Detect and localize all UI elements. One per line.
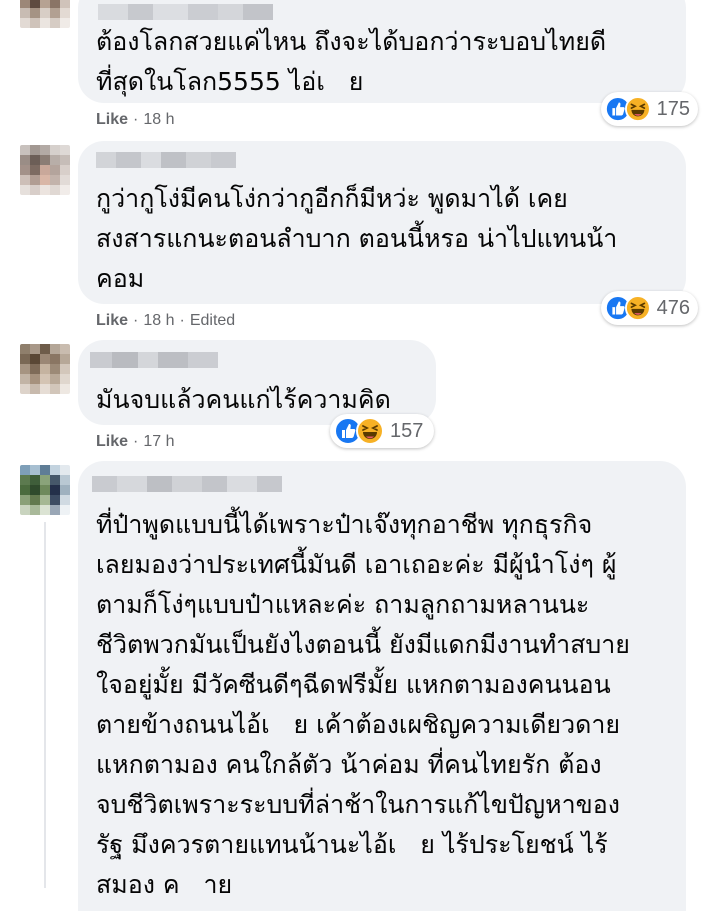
comment-text: กูว่ากูโง่มีคนโง่กว่ากูอีกก็มีหว่ะ พูดมา… <box>96 184 618 293</box>
comment-time[interactable]: 18 h <box>143 111 174 128</box>
comment-time[interactable]: 18 h <box>143 312 174 329</box>
reaction-count: 157 <box>390 419 424 442</box>
commenter-name[interactable] <box>98 4 273 20</box>
like-link[interactable]: Like <box>96 433 128 450</box>
reaction-summary[interactable]: 175 <box>601 92 698 126</box>
haha-icon <box>356 417 384 445</box>
commenter-name[interactable] <box>92 476 282 492</box>
reaction-count: 175 <box>656 97 690 120</box>
comment-meta: Like · 18 h · Edited <box>96 312 236 329</box>
avatar[interactable] <box>20 0 70 28</box>
edited-label: Edited <box>189 312 236 329</box>
avatar[interactable] <box>20 344 70 394</box>
comment-text: ต้องโลกสวยแค่ไหน ถึงจะได้บอกว่าระบอบไทยด… <box>96 27 607 96</box>
commenter-name[interactable] <box>96 152 236 168</box>
reaction-summary[interactable]: 476 <box>601 291 698 325</box>
haha-icon <box>624 295 651 321</box>
like-link[interactable]: Like <box>96 111 128 128</box>
comment-meta: Like · 18 h <box>96 111 175 128</box>
avatar[interactable] <box>20 145 70 195</box>
comment-text: ที่ป๋าพูดแบบนี้ได้เพราะป๋าเจ๊งทุกอาชีพ ท… <box>96 510 630 899</box>
reaction-count: 476 <box>656 296 690 319</box>
reaction-summary[interactable]: 157 <box>330 414 434 448</box>
comment-time[interactable]: 17 h <box>143 433 174 450</box>
avatar[interactable] <box>20 465 70 515</box>
thread-line <box>44 522 46 888</box>
commenter-name[interactable] <box>90 352 218 368</box>
haha-icon <box>624 96 651 122</box>
comment-meta: Like · 17 h <box>96 433 175 450</box>
like-link[interactable]: Like <box>96 312 128 329</box>
